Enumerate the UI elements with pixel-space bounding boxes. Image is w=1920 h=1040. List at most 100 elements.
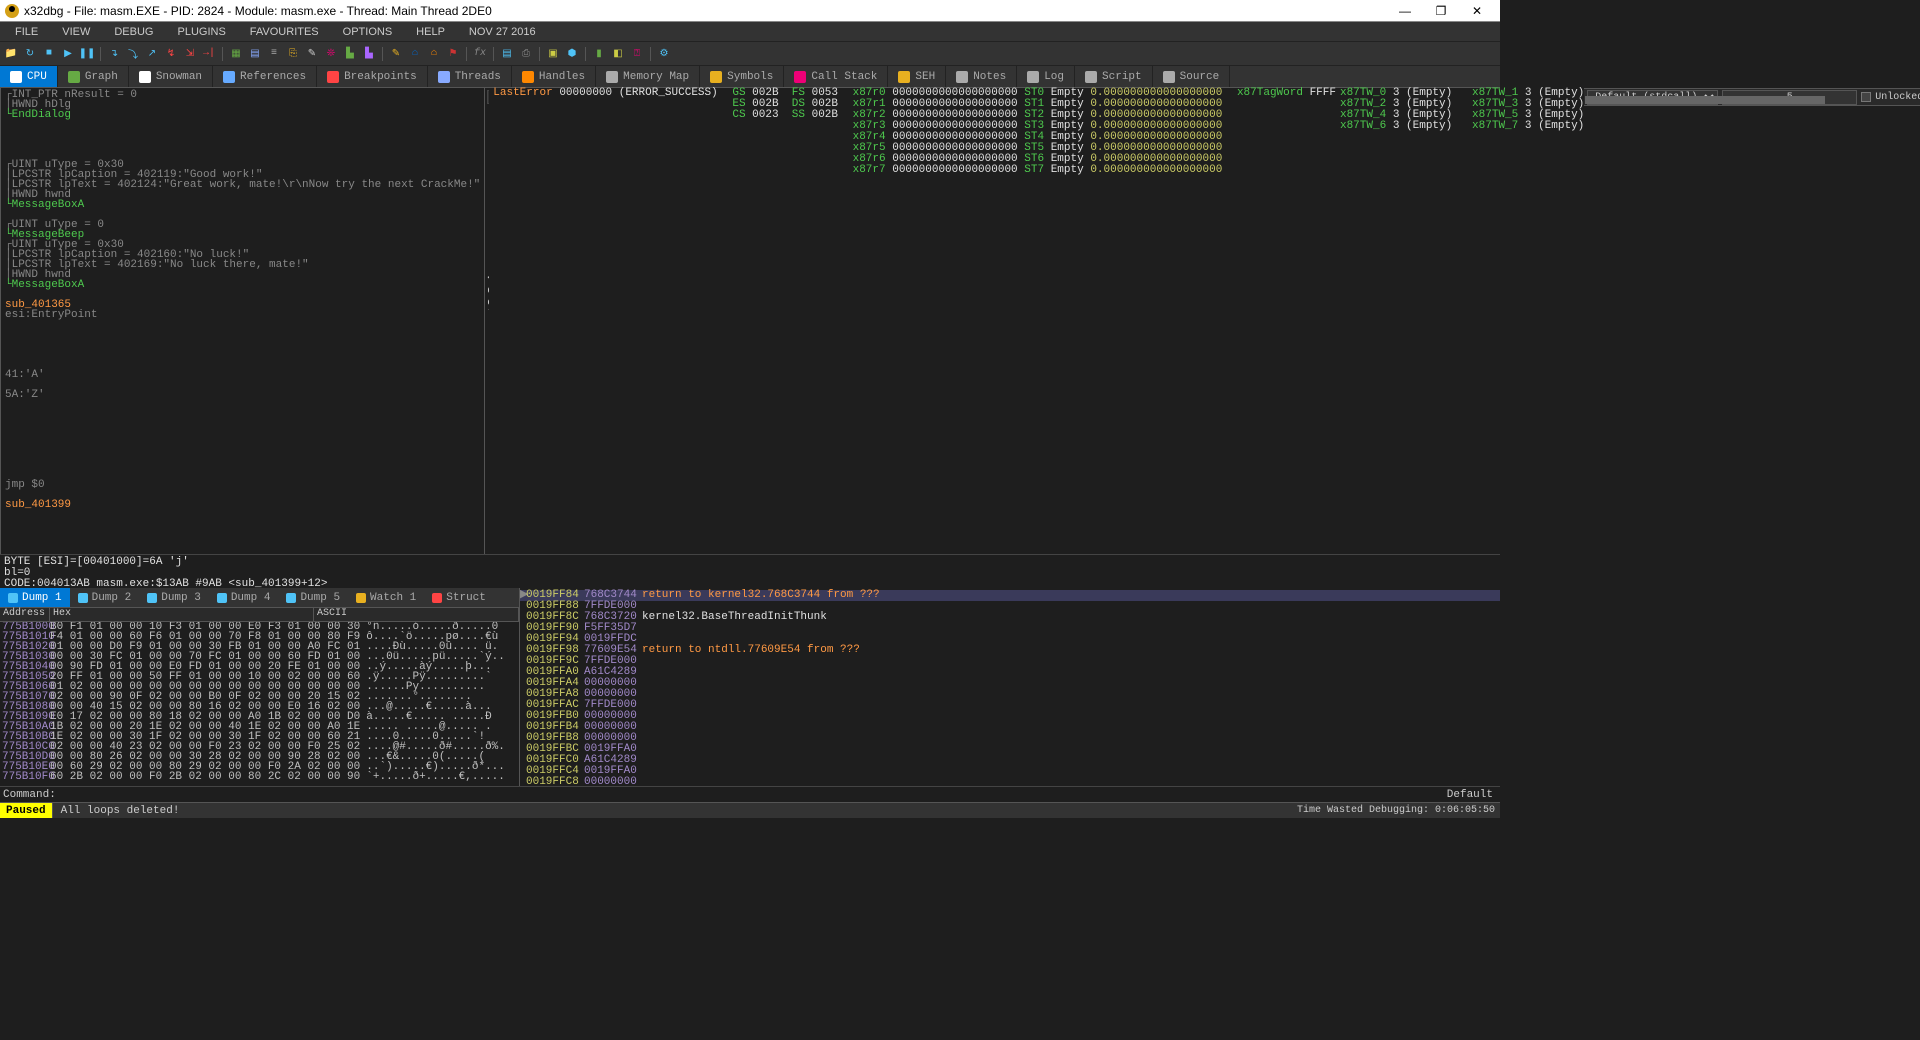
tab-handles[interactable]: Handles bbox=[512, 66, 596, 87]
bookmark-icon[interactable]: ⚑ bbox=[445, 46, 461, 62]
close-button[interactable]: ✕ bbox=[1459, 2, 1495, 20]
tab-source[interactable]: Source bbox=[1153, 66, 1231, 87]
source-icon bbox=[1163, 71, 1175, 83]
dump-tab-3[interactable]: Dump 4 bbox=[209, 588, 279, 607]
dump-tab-0[interactable]: Dump 1 bbox=[0, 588, 70, 607]
dump-row[interactable]: 775B10F060 2B 02 00 00 F0 2B 02 00 00 80… bbox=[0, 772, 519, 782]
tool-c-icon[interactable]: ⬢ bbox=[564, 46, 580, 62]
menu-file[interactable]: FILE bbox=[3, 26, 50, 38]
stack-row[interactable]: 0019FFC800000000 bbox=[520, 777, 1500, 786]
label-icon[interactable]: ⌂ bbox=[426, 46, 442, 62]
menu-options[interactable]: OPTIONS bbox=[331, 26, 405, 38]
stack-row[interactable]: 0019FFB000000000 bbox=[520, 711, 1500, 722]
trace-into-icon[interactable]: ↯ bbox=[163, 46, 179, 62]
stack-row[interactable]: 0019FFA800000000 bbox=[520, 689, 1500, 700]
tool-b-icon[interactable]: ▣ bbox=[545, 46, 561, 62]
status-paused-badge: Paused bbox=[0, 803, 52, 818]
maximize-button[interactable]: ❐ bbox=[1423, 2, 1459, 20]
tab-snowman[interactable]: Snowman bbox=[129, 66, 213, 87]
hints-panel[interactable]: ┌INT_PTR nResult = 0│HWND hDlg└EndDialog… bbox=[1, 88, 485, 554]
tool-icon-2[interactable]: ▤ bbox=[247, 46, 263, 62]
trace-over-icon[interactable]: ⇲ bbox=[182, 46, 198, 62]
dump-tab-6[interactable]: Struct bbox=[424, 588, 494, 607]
stack-row[interactable]: 0019FF90F5FF35D7 bbox=[520, 623, 1500, 634]
menu-view[interactable]: VIEW bbox=[50, 26, 102, 38]
stack-row[interactable]: 0019FF8C768C3720kernel32.BaseThreadInitT… bbox=[520, 612, 1500, 623]
tool-e-icon[interactable]: ◧ bbox=[610, 46, 626, 62]
minimize-button[interactable]: — bbox=[1387, 2, 1423, 20]
tab-symbols[interactable]: Symbols bbox=[700, 66, 784, 87]
tool-icon-6[interactable]: ❊ bbox=[323, 46, 339, 62]
stack-row[interactable]: 0019FFBC0019FFA0 bbox=[520, 744, 1500, 755]
tool-icon-1[interactable]: ▦ bbox=[228, 46, 244, 62]
stack-row[interactable]: 0019FFC0A61C4289 bbox=[520, 755, 1500, 766]
tab-log[interactable]: Log bbox=[1017, 66, 1075, 87]
tab-threads[interactable]: Threads bbox=[428, 66, 512, 87]
stack-row[interactable]: 0019FFB400000000 bbox=[520, 722, 1500, 733]
pause-icon[interactable]: ❚❚ bbox=[79, 46, 95, 62]
tab-script[interactable]: Script bbox=[1075, 66, 1153, 87]
step-out-icon[interactable]: ↗ bbox=[144, 46, 160, 62]
stack-row[interactable]: 0019FFAC7FFDE000 bbox=[520, 700, 1500, 711]
menu-debug[interactable]: DEBUG bbox=[102, 26, 165, 38]
menubar: FILEVIEWDEBUGPLUGINSFAVOURITESOPTIONSHEL… bbox=[0, 22, 1500, 42]
stack-row[interactable]: 0019FFA400000000 bbox=[520, 678, 1500, 689]
dump-panel[interactable]: Dump 1Dump 2Dump 3Dump 4Dump 5Watch 1Str… bbox=[0, 588, 520, 786]
handles-icon bbox=[522, 71, 534, 83]
menu-nov272016[interactable]: NOV 27 2016 bbox=[457, 26, 548, 38]
unlocked-label: Unlocked bbox=[1875, 92, 1920, 103]
tab-callstack[interactable]: Call Stack bbox=[784, 66, 888, 87]
tool-icon-5[interactable]: ✎ bbox=[304, 46, 320, 62]
status-message: All loops deleted! bbox=[52, 803, 188, 818]
tool-icon-4[interactable]: ⎘ bbox=[285, 46, 301, 62]
stack-row[interactable]: 0019FF9877609E54return to ntdll.77609E54… bbox=[520, 645, 1500, 656]
fx-icon[interactable]: fx bbox=[472, 46, 488, 62]
restart-icon[interactable]: ↻ bbox=[22, 46, 38, 62]
tab-cpu[interactable]: CPU bbox=[0, 66, 58, 87]
lock-toggle[interactable] bbox=[1861, 92, 1871, 102]
dump-header-address[interactable]: Address bbox=[0, 608, 50, 621]
notes-icon bbox=[956, 71, 968, 83]
settings-icon[interactable]: ⚙ bbox=[656, 46, 672, 62]
tool-icon-8[interactable]: ▙ bbox=[361, 46, 377, 62]
patch-icon[interactable]: ✎ bbox=[388, 46, 404, 62]
menu-plugins[interactable]: PLUGINS bbox=[165, 26, 237, 38]
stack-row[interactable]: 0019FFA0A61C4289 bbox=[520, 667, 1500, 678]
stack-row[interactable]: ▶0019FF84768C3744return to kernel32.768C… bbox=[520, 590, 1500, 601]
stack-row[interactable]: 0019FF9C7FFDE000 bbox=[520, 656, 1500, 667]
folder-icon[interactable]: 📁 bbox=[3, 46, 19, 62]
cpu-icon bbox=[147, 593, 157, 603]
dump-tab-1[interactable]: Dump 2 bbox=[70, 588, 140, 607]
comment-icon[interactable]: ⌂ bbox=[407, 46, 423, 62]
tab-references[interactable]: References bbox=[213, 66, 317, 87]
run-icon[interactable]: ▶ bbox=[60, 46, 76, 62]
stack-row[interactable]: 0019FFC40019FFA0 bbox=[520, 766, 1500, 777]
stop-icon[interactable]: ■ bbox=[41, 46, 57, 62]
stack-row[interactable]: 0019FFB800000000 bbox=[520, 733, 1500, 744]
tab-seh[interactable]: SEH bbox=[888, 66, 946, 87]
tab-notes[interactable]: Notes bbox=[946, 66, 1017, 87]
tab-graph[interactable]: Graph bbox=[58, 66, 129, 87]
step-over-icon[interactable]: ⤵ bbox=[125, 46, 141, 62]
tool-d-icon[interactable]: ▮ bbox=[591, 46, 607, 62]
tab-memorymap[interactable]: Memory Map bbox=[596, 66, 700, 87]
window-titlebar: x32dbg - File: masm.EXE - PID: 2824 - Mo… bbox=[0, 0, 1500, 22]
tool-a-icon[interactable]: ⎙ bbox=[518, 46, 534, 62]
script-icon bbox=[1085, 71, 1097, 83]
menu-help[interactable]: HELP bbox=[404, 26, 457, 38]
step-into-icon[interactable]: ↴ bbox=[106, 46, 122, 62]
calc-icon[interactable]: ▤ bbox=[499, 46, 515, 62]
tab-breakpoints[interactable]: Breakpoints bbox=[317, 66, 428, 87]
dump-header-ascii[interactable]: ASCII bbox=[314, 608, 519, 621]
dump-tab-5[interactable]: Watch 1 bbox=[348, 588, 424, 607]
tool-icon-3[interactable]: ≡ bbox=[266, 46, 282, 62]
dump-header-hex[interactable]: Hex bbox=[50, 608, 314, 621]
seh-icon bbox=[898, 71, 910, 83]
dump-tab-2[interactable]: Dump 3 bbox=[139, 588, 209, 607]
help-icon[interactable]: ⍰ bbox=[629, 46, 645, 62]
run-to-sel-icon[interactable]: →| bbox=[201, 46, 217, 62]
menu-favourites[interactable]: FAVOURITES bbox=[238, 26, 331, 38]
stack-panel[interactable]: ▶0019FF84768C3744return to kernel32.768C… bbox=[520, 588, 1500, 786]
tool-icon-7[interactable]: ▙ bbox=[342, 46, 358, 62]
dump-tab-4[interactable]: Dump 5 bbox=[278, 588, 348, 607]
